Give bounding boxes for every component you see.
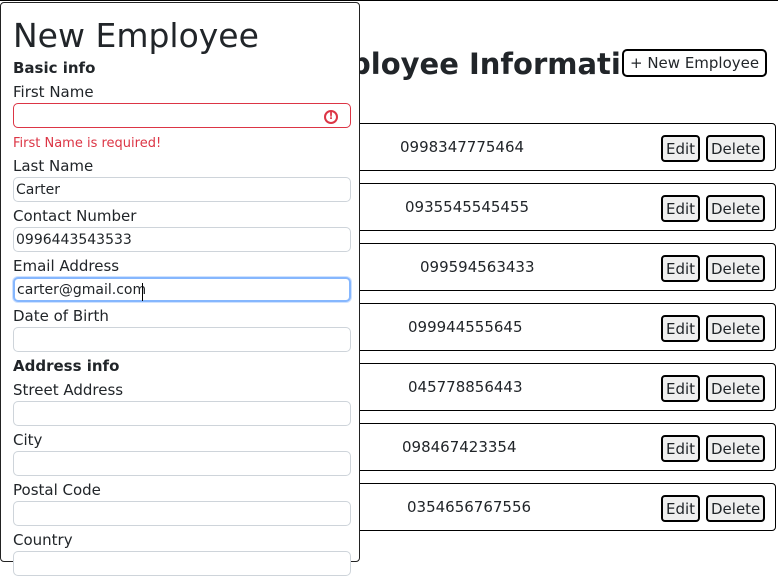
employee-row: 099944555645 Edit Delete [300,303,776,351]
delete-button[interactable]: Delete [706,435,766,462]
delete-button[interactable]: Delete [706,375,766,402]
employee-phone: 098467423354 [402,438,517,456]
postal-code-field[interactable] [13,501,351,526]
dob-label: Date of Birth [13,307,109,325]
panel-title: New Employee [13,16,259,55]
date-of-birth-field[interactable] [13,327,351,352]
email-field[interactable] [13,277,351,302]
delete-button[interactable]: Delete [706,315,766,342]
employee-row: 0354656767556 Edit Delete [300,483,776,531]
employee-phone: 045778856443 [408,378,523,396]
contact-number-field[interactable] [13,227,351,252]
edit-button[interactable]: Edit [661,435,701,462]
country-label: Country [13,531,73,549]
employee-phone: 0354656767556 [407,498,532,516]
edit-button[interactable]: Edit [661,255,701,282]
new-employee-button[interactable]: + New Employee [622,49,768,77]
employee-row: 0998347775464 Edit Delete [300,123,776,171]
text-cursor [142,283,143,301]
edit-button[interactable]: Edit [661,135,701,162]
last-name-label: Last Name [13,157,94,175]
street-address-field[interactable] [13,401,351,426]
city-label: City [13,431,43,449]
first-name-error: First Name is required! [13,136,162,151]
delete-button[interactable]: Delete [706,495,766,522]
employee-phone: 099594563433 [420,258,535,276]
contact-number-label: Contact Number [13,207,137,225]
employee-row: 098467423354 Edit Delete [300,423,776,471]
employee-row: 099594563433 Edit Delete [300,243,776,291]
edit-button[interactable]: Edit [661,195,701,222]
email-label: Email Address [13,257,120,275]
edit-button[interactable]: Edit [661,315,701,342]
employee-phone: 0935545545455 [405,198,530,216]
street-address-label: Street Address [13,381,124,399]
last-name-field[interactable] [13,177,351,202]
postal-code-label: Postal Code [13,481,101,499]
city-field[interactable] [13,451,351,476]
employee-row: 0935545545455 Edit Delete [300,183,776,231]
edit-button[interactable]: Edit [661,495,701,522]
employee-phone: 0998347775464 [400,138,525,156]
exclamation-circle-icon: ! [324,110,338,124]
first-name-field[interactable] [13,103,351,128]
edit-button[interactable]: Edit [661,375,701,402]
basic-info-heading: Basic info [13,59,96,77]
employee-phone: 099944555645 [408,318,523,336]
first-name-label: First Name [13,83,94,101]
delete-button[interactable]: Delete [706,195,766,222]
delete-button[interactable]: Delete [706,135,766,162]
new-employee-panel: New Employee Basic info First Name ! Fir… [0,2,360,576]
delete-button[interactable]: Delete [706,255,766,282]
window-top-edge [0,0,778,1]
address-info-heading: Address info [13,357,120,375]
employee-row: 045778856443 Edit Delete [300,363,776,411]
